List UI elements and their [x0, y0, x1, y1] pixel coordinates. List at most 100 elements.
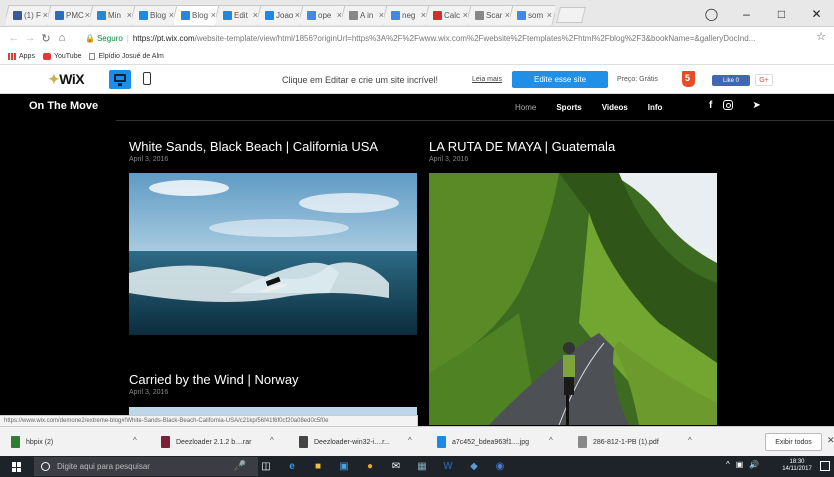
url-field[interactable]: 🔒 Seguro | https://pt.wix.com /website-t… — [85, 30, 807, 46]
download-item[interactable]: hbpix (2) — [11, 436, 53, 448]
tab-close-icon[interactable]: × — [295, 10, 300, 20]
chevron-up-icon[interactable]: ^ — [688, 436, 692, 445]
reload-icon[interactable]: ↻ — [38, 32, 54, 45]
chrome-icon[interactable]: ● — [360, 459, 380, 474]
back-icon[interactable]: ← — [6, 32, 22, 44]
tab-close-icon[interactable]: × — [505, 10, 510, 20]
desktop-view-icon[interactable] — [109, 70, 131, 89]
minimize-button[interactable]: – — [729, 0, 764, 27]
browser-tab[interactable]: A in × — [342, 5, 387, 25]
app-icon[interactable]: ◆ — [464, 459, 484, 474]
tab-close-icon[interactable]: × — [379, 10, 384, 20]
edge-icon[interactable]: e — [282, 459, 302, 474]
network-icon[interactable]: ▣ — [736, 460, 744, 469]
post-title[interactable]: White Sands, Black Beach | California US… — [129, 139, 378, 154]
bookmark-youtube[interactable]: YouTube — [42, 53, 81, 60]
tab-favicon-icon — [517, 10, 526, 20]
download-item[interactable]: a7c452_bdea963f1....jpg — [437, 436, 529, 448]
edit-site-button[interactable]: Edite esse site — [512, 71, 608, 88]
tab-close-icon[interactable]: × — [421, 10, 426, 20]
browser-tab[interactable]: Joao × — [258, 5, 303, 25]
download-item[interactable]: Deezloader-win32-i....r... — [299, 436, 390, 448]
download-file-icon — [11, 436, 20, 448]
nav-home[interactable]: Home — [515, 103, 536, 112]
nav-info[interactable]: Info — [648, 103, 663, 112]
action-center-icon[interactable] — [820, 461, 830, 471]
chevron-up-icon[interactable]: ^ — [270, 436, 274, 445]
browser-tab[interactable]: Edit × — [216, 5, 261, 25]
profile-icon[interactable]: ◯ — [694, 0, 729, 27]
url-host: https://pt.wix.com — [132, 33, 195, 43]
browser-tab[interactable]: Blog × — [174, 5, 219, 25]
mail-icon[interactable]: ✉ — [386, 459, 406, 474]
nav-videos[interactable]: Videos — [602, 103, 628, 112]
surfing-wave-image[interactable] — [129, 173, 417, 335]
learn-more-link[interactable]: Leia mais — [472, 76, 502, 83]
twitter-icon[interactable]: ➤ — [752, 100, 760, 111]
youtube-icon — [42, 53, 51, 60]
post-title[interactable]: Carried by the Wind | Norway — [129, 372, 299, 387]
mobile-view-icon[interactable] — [143, 72, 151, 85]
bookmark-apps[interactable]: Apps — [8, 53, 35, 60]
volume-icon[interactable]: 🔊 — [749, 460, 759, 469]
tab-close-icon[interactable]: × — [337, 10, 342, 20]
microphone-icon[interactable]: 🎤 — [230, 459, 250, 474]
store-icon[interactable]: ▣ — [334, 459, 354, 474]
browser-tab[interactable]: som × — [510, 5, 555, 25]
download-item[interactable]: 286-812-1-PB (1).pdf — [578, 436, 659, 448]
home-icon[interactable]: ⌂ — [54, 32, 70, 44]
tab-close-icon[interactable]: × — [211, 10, 216, 20]
tab-close-icon[interactable]: × — [43, 10, 48, 20]
chevron-up-icon[interactable]: ^ — [549, 436, 553, 445]
tab-close-icon[interactable]: × — [127, 10, 132, 20]
instagram-icon[interactable] — [723, 100, 734, 110]
windows-start-icon[interactable] — [12, 462, 22, 472]
tab-close-icon[interactable]: × — [463, 10, 468, 20]
google-plus-button[interactable]: G+ — [755, 74, 773, 86]
tab-label: Joao — [276, 10, 294, 20]
wix-logo[interactable]: ✦WiX — [48, 71, 85, 88]
browser-tab[interactable]: (1) F × — [6, 5, 51, 25]
url-divider: | — [126, 33, 129, 43]
tab-close-icon[interactable]: × — [547, 10, 552, 20]
facebook-icon[interactable]: f — [709, 100, 712, 111]
maximize-button[interactable]: □ — [764, 0, 799, 27]
browser-tab[interactable]: PMC × — [48, 5, 93, 25]
tab-close-icon[interactable]: × — [85, 10, 90, 20]
new-tab-button[interactable] — [558, 7, 584, 23]
browser-tab[interactable]: neg × — [384, 5, 429, 25]
close-window-button[interactable]: ✕ — [799, 0, 834, 27]
chevron-up-icon[interactable]: ^ — [726, 460, 730, 469]
media-player-icon[interactable]: ◉ — [490, 459, 510, 474]
download-filename: Deezloader 2.1.2 b....rar — [176, 438, 252, 446]
cyclist-road-image[interactable] — [429, 173, 717, 425]
word-icon[interactable]: W — [438, 459, 458, 474]
tab-close-icon[interactable]: × — [253, 10, 258, 20]
post-date: April 3, 2016 — [129, 156, 169, 163]
tab-list: (1) F × PMC × Min × Blog × Blog × Edit × Joao × ope × A … — [6, 5, 584, 27]
browser-tab[interactable]: Blog × — [132, 5, 177, 25]
facebook-like-button[interactable]: Like 0 — [712, 75, 750, 86]
browser-tab[interactable]: Scar × — [468, 5, 513, 25]
chevron-up-icon[interactable]: ^ — [408, 436, 412, 445]
site-title[interactable]: On The Move — [29, 100, 98, 112]
clock[interactable]: 18:30 14/11/2017 — [781, 459, 813, 473]
nav-sports[interactable]: Sports — [556, 103, 581, 112]
download-item[interactable]: Deezloader 2.1.2 b....rar — [161, 436, 252, 448]
bookmark-label: Elpídio Josué de Alm — [98, 53, 164, 60]
post-title[interactable]: LA RUTA DE MAYA | Guatemala — [429, 139, 615, 154]
browser-tab[interactable]: Min × — [90, 5, 135, 25]
browser-tab[interactable]: ope × — [300, 5, 345, 25]
forward-icon[interactable]: → — [22, 32, 38, 44]
taskbar-search-input[interactable]: Digite aqui para pesquisar — [34, 457, 258, 476]
calculator-icon[interactable]: ▦ — [412, 459, 432, 474]
bookmark-page[interactable]: Elpídio Josué de Alm — [89, 53, 164, 60]
tab-close-icon[interactable]: × — [169, 10, 174, 20]
close-icon[interactable]: ✕ — [827, 435, 834, 446]
file-explorer-icon[interactable]: ■ — [308, 459, 328, 474]
task-view-icon[interactable]: ◫ — [256, 459, 276, 474]
browser-tab[interactable]: Calc × — [426, 5, 471, 25]
show-all-downloads-button[interactable]: Exibir todos — [765, 433, 822, 451]
bookmark-star-icon[interactable]: ☆ — [816, 30, 826, 43]
chevron-up-icon[interactable]: ^ — [133, 436, 137, 445]
